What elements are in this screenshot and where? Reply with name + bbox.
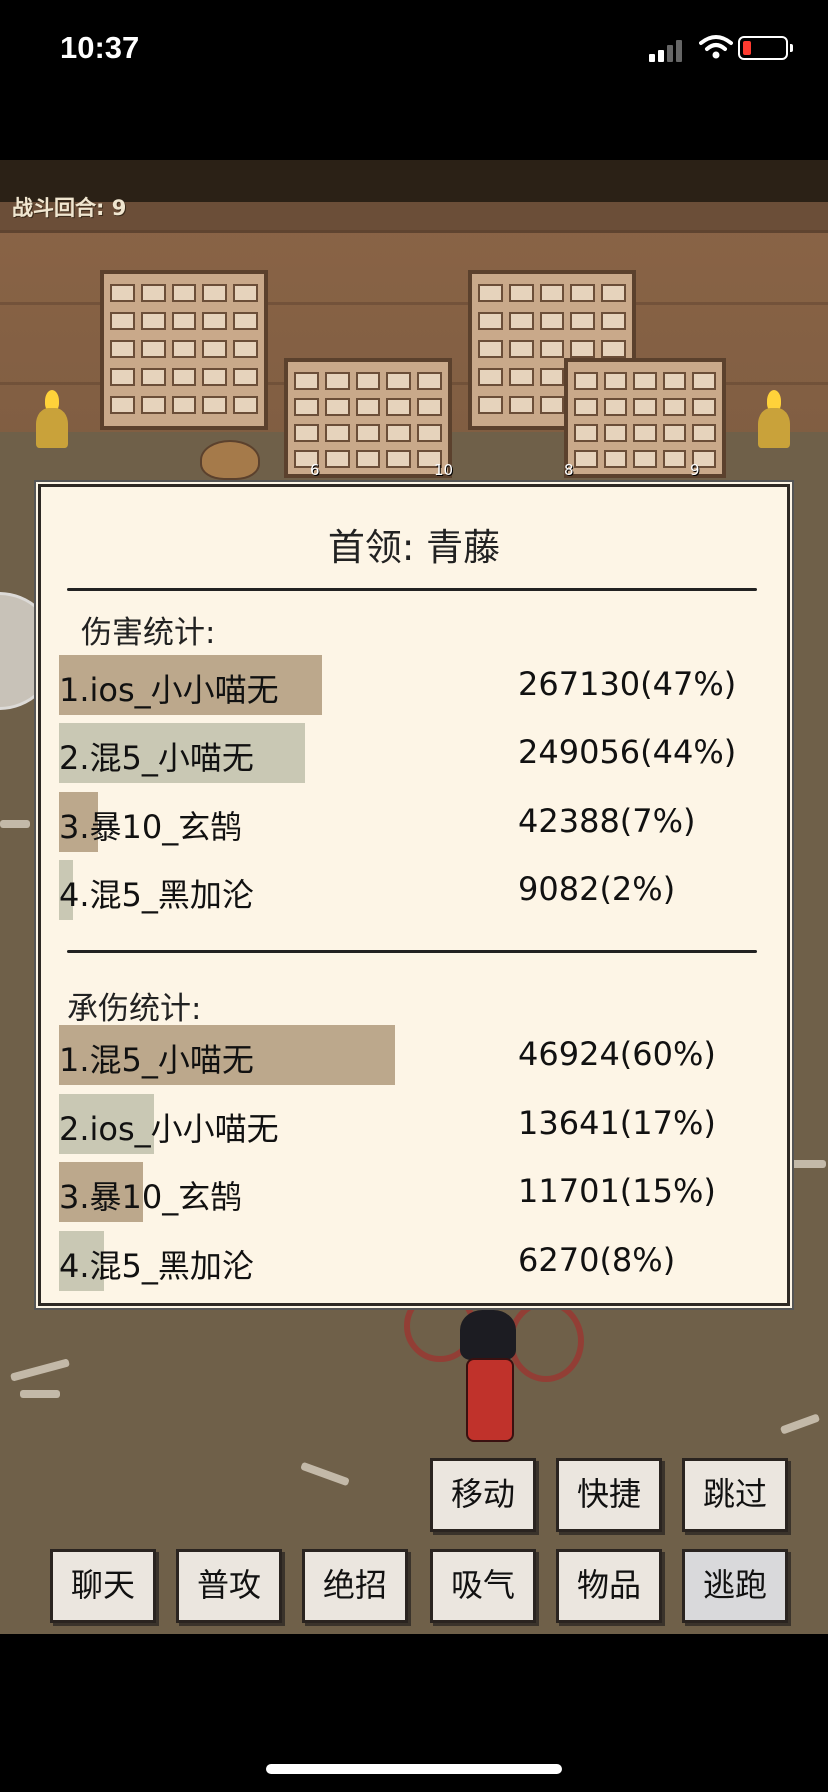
divider xyxy=(67,588,757,591)
wifi-icon xyxy=(699,35,733,59)
damage-row: 1.ios_小小喵无 267130(47%) xyxy=(59,655,759,715)
damage-taken-value: 11701(15%) xyxy=(518,1172,716,1210)
battle-round-label: 战斗回合: 9 xyxy=(12,196,127,220)
skip-button[interactable]: 跳过 xyxy=(682,1458,788,1532)
flee-button[interactable]: 逃跑 xyxy=(682,1549,788,1623)
chat-button[interactable]: 聊天 xyxy=(50,1549,156,1623)
scattered-debris xyxy=(20,1390,60,1398)
boss-title: 首领: 青藤 xyxy=(327,526,501,569)
medicine-cabinet xyxy=(100,270,268,430)
damage-taken-section-label: 承伤统计: xyxy=(67,991,202,1027)
oil-lamp-icon xyxy=(32,390,72,450)
damage-taken-row: 1.混5_小喵无 46924(60%) xyxy=(59,1025,759,1085)
damage-row: 4.混5_黑加沦 9082(2%) xyxy=(59,860,759,920)
player-name: 4.混5_黑加沦 xyxy=(59,876,254,914)
ultimate-skill-button[interactable]: 绝招 xyxy=(302,1549,408,1623)
divider xyxy=(67,950,757,953)
shortcut-button[interactable]: 快捷 xyxy=(556,1458,662,1532)
breathe-button[interactable]: 吸气 xyxy=(430,1549,536,1623)
player-name: 1.ios_小小喵无 xyxy=(59,671,279,709)
scattered-debris xyxy=(0,820,30,828)
player-name: 4.混5_黑加沦 xyxy=(59,1247,254,1285)
player-name: 3.暴10_玄鹄 xyxy=(59,808,243,846)
damage-taken-value: 46924(60%) xyxy=(518,1035,716,1073)
damage-value: 249056(44%) xyxy=(518,733,737,771)
damage-row: 2.混5_小喵无 249056(44%) xyxy=(59,723,759,783)
normal-attack-button[interactable]: 普攻 xyxy=(176,1549,282,1623)
cabinet-number: 9 xyxy=(690,461,700,479)
medicine-cabinet xyxy=(284,358,452,478)
player-name: 1.混5_小喵无 xyxy=(59,1041,254,1079)
scattered-debris xyxy=(790,1160,826,1168)
battle-stats-panel: 首领: 青藤 伤害统计: 1.ios_小小喵无 267130(47%) 2.混5… xyxy=(38,484,790,1306)
status-icons xyxy=(649,35,794,62)
battery-icon xyxy=(738,36,793,60)
cabinet-number: 8 xyxy=(564,461,574,479)
damage-value: 9082(2%) xyxy=(518,870,676,908)
move-button[interactable]: 移动 xyxy=(430,1458,536,1532)
damage-row: 3.暴10_玄鹄 42388(7%) xyxy=(59,792,759,852)
player-name: 3.暴10_玄鹄 xyxy=(59,1178,243,1216)
player-character xyxy=(448,1310,528,1450)
damage-taken-row: 2.ios_小小喵无 13641(17%) xyxy=(59,1094,759,1154)
home-indicator[interactable] xyxy=(266,1764,562,1774)
status-time: 10:37 xyxy=(60,30,140,65)
damage-section-label: 伤害统计: xyxy=(81,615,216,651)
items-button[interactable]: 物品 xyxy=(556,1549,662,1623)
medicine-cabinet xyxy=(564,358,726,478)
player-name: 2.混5_小喵无 xyxy=(59,739,254,777)
player-name: 2.ios_小小喵无 xyxy=(59,1110,279,1148)
damage-taken-value: 6270(8%) xyxy=(518,1241,676,1279)
oil-lamp-icon xyxy=(754,390,794,450)
cabinet-number: 6 xyxy=(310,461,320,479)
damage-value: 42388(7%) xyxy=(518,802,696,840)
damage-taken-value: 13641(17%) xyxy=(518,1104,716,1142)
teapot-icon xyxy=(200,440,260,480)
damage-value: 267130(47%) xyxy=(518,665,737,703)
damage-taken-row: 4.混5_黑加沦 6270(8%) xyxy=(59,1231,759,1291)
cabinet-number: 10 xyxy=(434,461,454,479)
damage-taken-row: 3.暴10_玄鹄 11701(15%) xyxy=(59,1162,759,1222)
